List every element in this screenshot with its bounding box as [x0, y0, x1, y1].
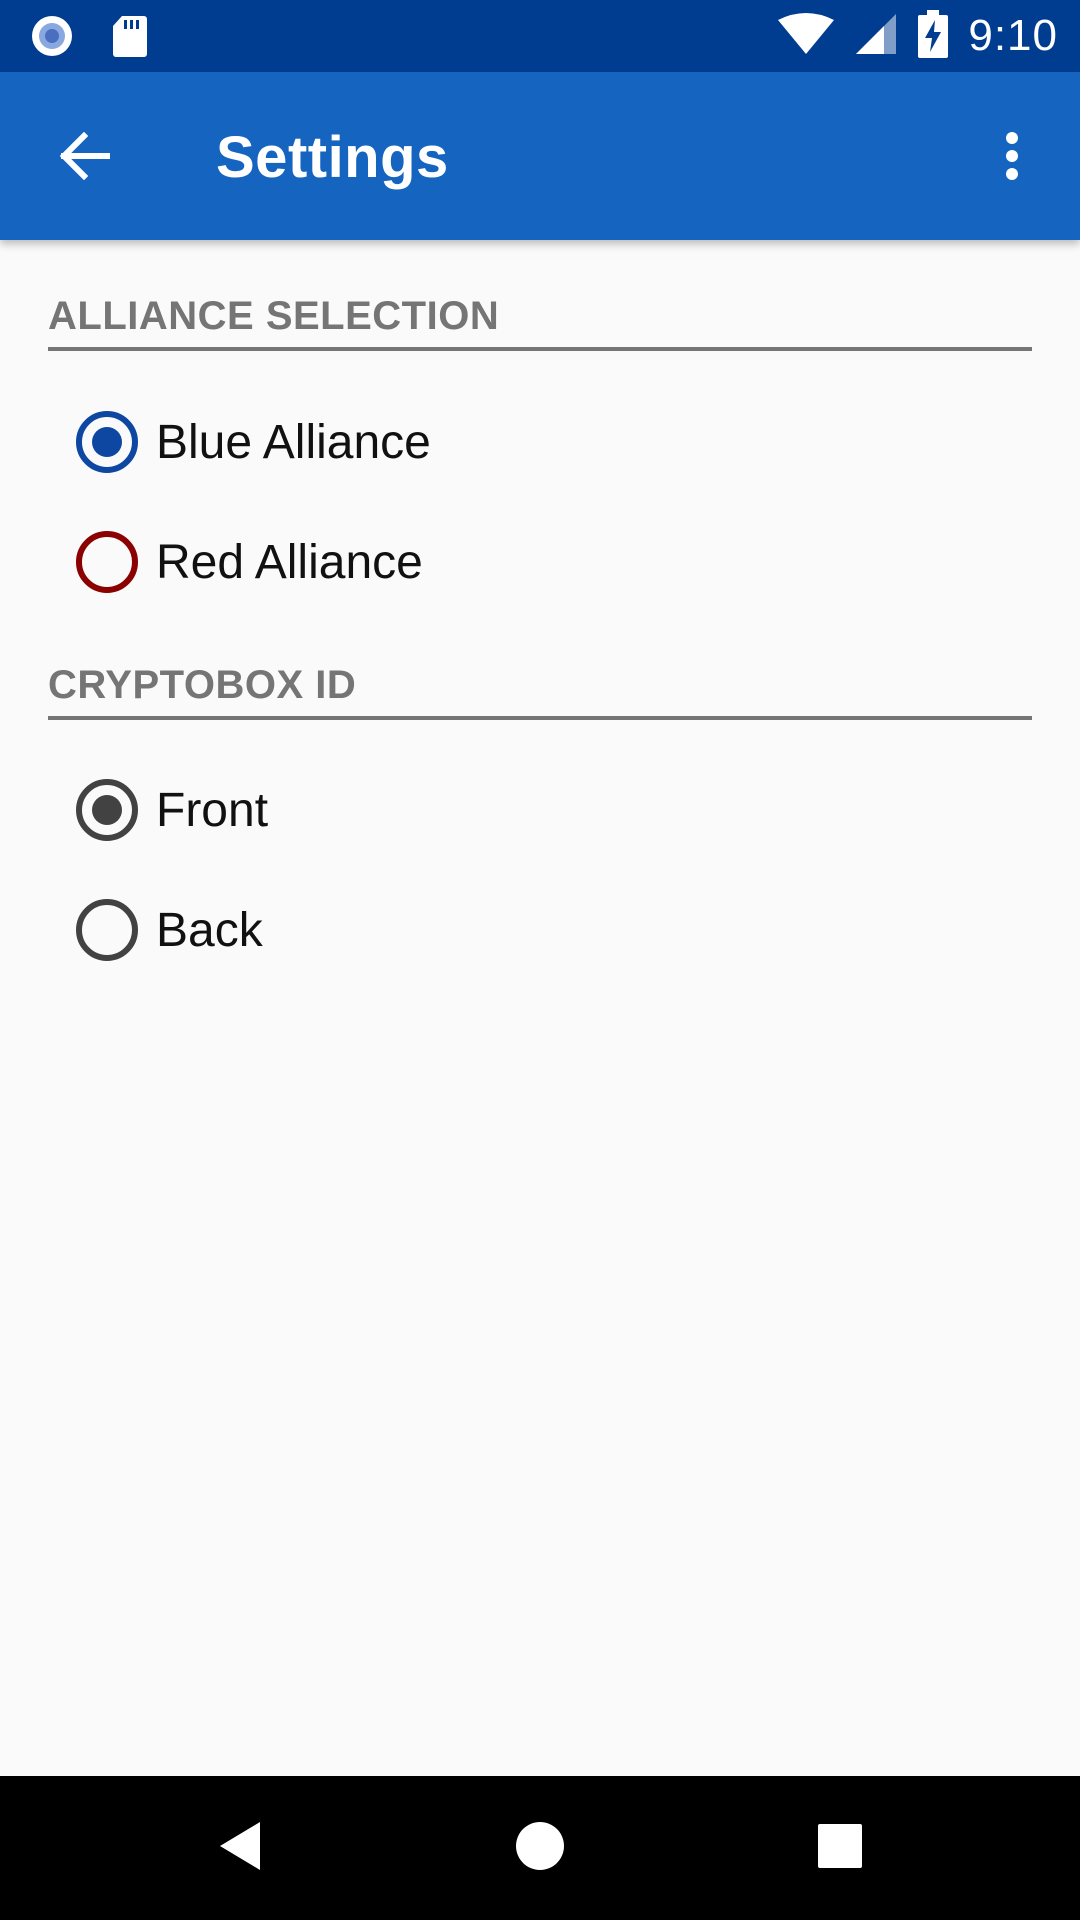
overflow-menu-button[interactable]	[988, 122, 1036, 194]
section-title: ALLIANCE SELECTION	[48, 294, 500, 338]
nav-home-button[interactable]	[504, 1812, 576, 1884]
radio-dot	[92, 427, 122, 457]
radio-option-back[interactable]: Back	[76, 888, 263, 972]
nav-recents-icon	[817, 1823, 863, 1874]
navigation-bar	[0, 1776, 1080, 1920]
back-button[interactable]	[48, 122, 120, 194]
app-bar: Settings	[0, 72, 1080, 240]
radio-option-front[interactable]: Front	[76, 768, 268, 852]
section-title: CRYPTOBOX ID	[48, 663, 357, 707]
radio-option-blue-alliance[interactable]: Blue Alliance	[76, 400, 431, 484]
sd-card-icon	[112, 14, 148, 63]
radio-button-selected[interactable]	[76, 411, 138, 473]
battery-charging-icon	[918, 9, 949, 63]
nav-recents-button[interactable]	[804, 1812, 876, 1884]
section-header-alliance: ALLIANCE SELECTION	[48, 294, 1032, 351]
radio-button-selected[interactable]	[76, 779, 138, 841]
status-bar: 9:10	[0, 0, 1080, 72]
radio-option-red-alliance[interactable]: Red Alliance	[76, 520, 423, 604]
arrow-back-icon	[58, 131, 111, 185]
nav-home-icon	[515, 1821, 565, 1876]
settings-content: ALLIANCE SELECTION Blue Alliance Red All…	[0, 240, 1080, 1776]
section-header-cryptobox: CRYPTOBOX ID	[48, 663, 1032, 720]
cell-signal-icon	[854, 12, 898, 61]
radio-label: Blue Alliance	[156, 415, 431, 469]
page-title: Settings	[216, 125, 449, 190]
radio-dot	[92, 795, 122, 825]
radio-label: Back	[156, 903, 263, 957]
status-time: 9:10	[968, 11, 1058, 60]
radio-label: Front	[156, 783, 269, 837]
radio-label: Red Alliance	[156, 535, 423, 589]
radio-button-unselected[interactable]	[76, 531, 138, 593]
radio-button-unselected[interactable]	[76, 899, 138, 961]
wifi-icon	[778, 12, 835, 61]
nav-back-icon	[216, 1820, 264, 1877]
nav-back-button[interactable]	[204, 1812, 276, 1884]
more-vert-icon	[1004, 131, 1020, 186]
record-icon	[30, 14, 74, 63]
